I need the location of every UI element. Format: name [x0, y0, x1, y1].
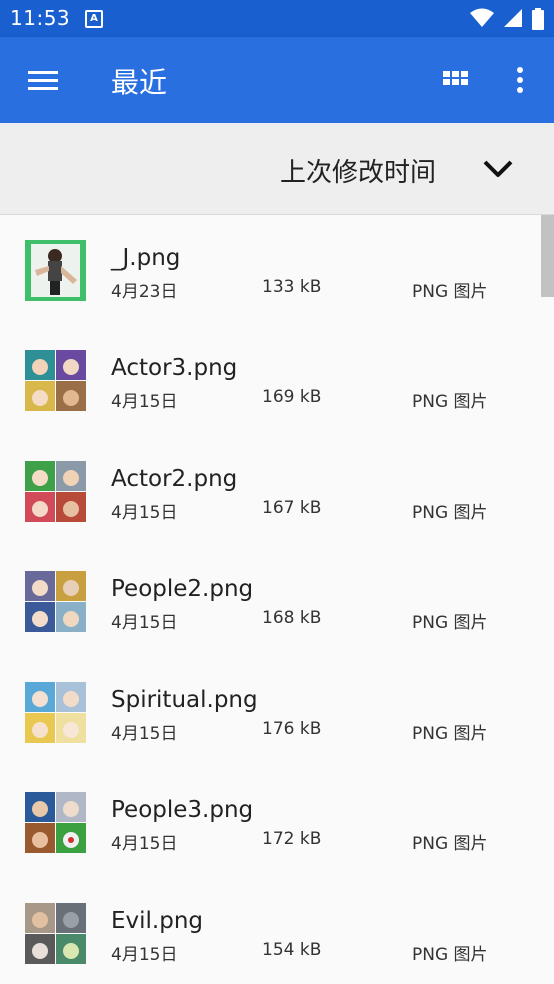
file-row[interactable]: Spiritual.png 4月15日 176 kB PNG 图片: [0, 657, 541, 767]
file-size: 167 kB: [262, 498, 322, 518]
file-date: 4月15日: [111, 945, 178, 965]
file-type: PNG 图片: [412, 392, 488, 412]
status-time: 11:53: [10, 6, 71, 30]
file-thumbnail: [25, 682, 86, 743]
grid-view-icon: [443, 71, 468, 85]
file-thumbnail: [25, 240, 86, 301]
file-size: 176 kB: [262, 719, 322, 739]
file-name: Actor2.png: [111, 466, 238, 492]
file-size: 172 kB: [262, 829, 322, 849]
file-name: Actor3.png: [111, 355, 238, 381]
file-row[interactable]: People2.png 4月15日 168 kB PNG 图片: [0, 546, 541, 656]
page-title: 最近: [111, 66, 168, 99]
status-icons: [466, 8, 544, 30]
file-type: PNG 图片: [412, 282, 488, 302]
file-name: Evil.png: [111, 908, 204, 934]
sort-label[interactable]: 上次修改时间: [280, 152, 436, 189]
file-size: 133 kB: [262, 277, 322, 297]
file-type: PNG 图片: [412, 945, 488, 965]
file-size: 154 kB: [262, 940, 322, 960]
wifi-icon: [469, 8, 494, 27]
file-thumbnail: [25, 350, 86, 411]
file-date: 4月15日: [111, 503, 178, 523]
file-thumbnail: [25, 903, 86, 964]
file-row[interactable]: Actor2.png 4月15日 167 kB PNG 图片: [0, 436, 541, 546]
menu-button[interactable]: [22, 63, 62, 97]
file-date: 4月15日: [111, 834, 178, 854]
scrollbar-thumb[interactable]: [541, 215, 554, 297]
battery-icon: [532, 8, 544, 30]
file-list[interactable]: _J.png 4月23日 133 kB PNG 图片 Actor3.png 4月…: [0, 215, 541, 984]
file-thumbnail: [25, 571, 86, 632]
app-bar: 最近: [0, 37, 554, 123]
file-date: 4月15日: [111, 724, 178, 744]
file-row[interactable]: _J.png 4月23日 133 kB PNG 图片: [0, 215, 541, 325]
file-row[interactable]: People3.png 4月15日 172 kB PNG 图片: [0, 767, 541, 877]
sort-toggle-button[interactable]: [480, 153, 516, 185]
file-type: PNG 图片: [412, 834, 488, 854]
file-name: Spiritual.png: [111, 687, 258, 713]
signal-icon: [503, 9, 522, 27]
file-size: 168 kB: [262, 608, 322, 628]
chevron-down-icon: [483, 160, 513, 177]
file-thumbnail: [25, 792, 86, 853]
more-vert-icon: [517, 67, 523, 93]
notification-a-icon: A: [85, 10, 103, 28]
file-type: PNG 图片: [412, 613, 488, 633]
scrollbar[interactable]: [541, 215, 554, 984]
file-row[interactable]: Actor3.png 4月15日 169 kB PNG 图片: [0, 325, 541, 435]
menu-icon: [28, 71, 58, 90]
file-date: 4月23日: [111, 282, 178, 302]
status-bar: 11:53 A: [0, 0, 554, 37]
file-date: 4月15日: [111, 613, 178, 633]
sort-bar: 上次修改时间: [0, 123, 554, 215]
file-type: PNG 图片: [412, 503, 488, 523]
file-type: PNG 图片: [412, 724, 488, 744]
file-size: 169 kB: [262, 387, 322, 407]
grid-view-button[interactable]: [440, 65, 472, 97]
file-name: _J.png: [111, 245, 181, 271]
file-thumbnail: [25, 461, 86, 522]
file-name: People3.png: [111, 797, 254, 823]
more-options-button[interactable]: [505, 65, 535, 97]
file-date: 4月15日: [111, 392, 178, 412]
file-row[interactable]: Evil.png 4月15日 154 kB PNG 图片: [0, 878, 541, 984]
file-name: People2.png: [111, 576, 254, 602]
